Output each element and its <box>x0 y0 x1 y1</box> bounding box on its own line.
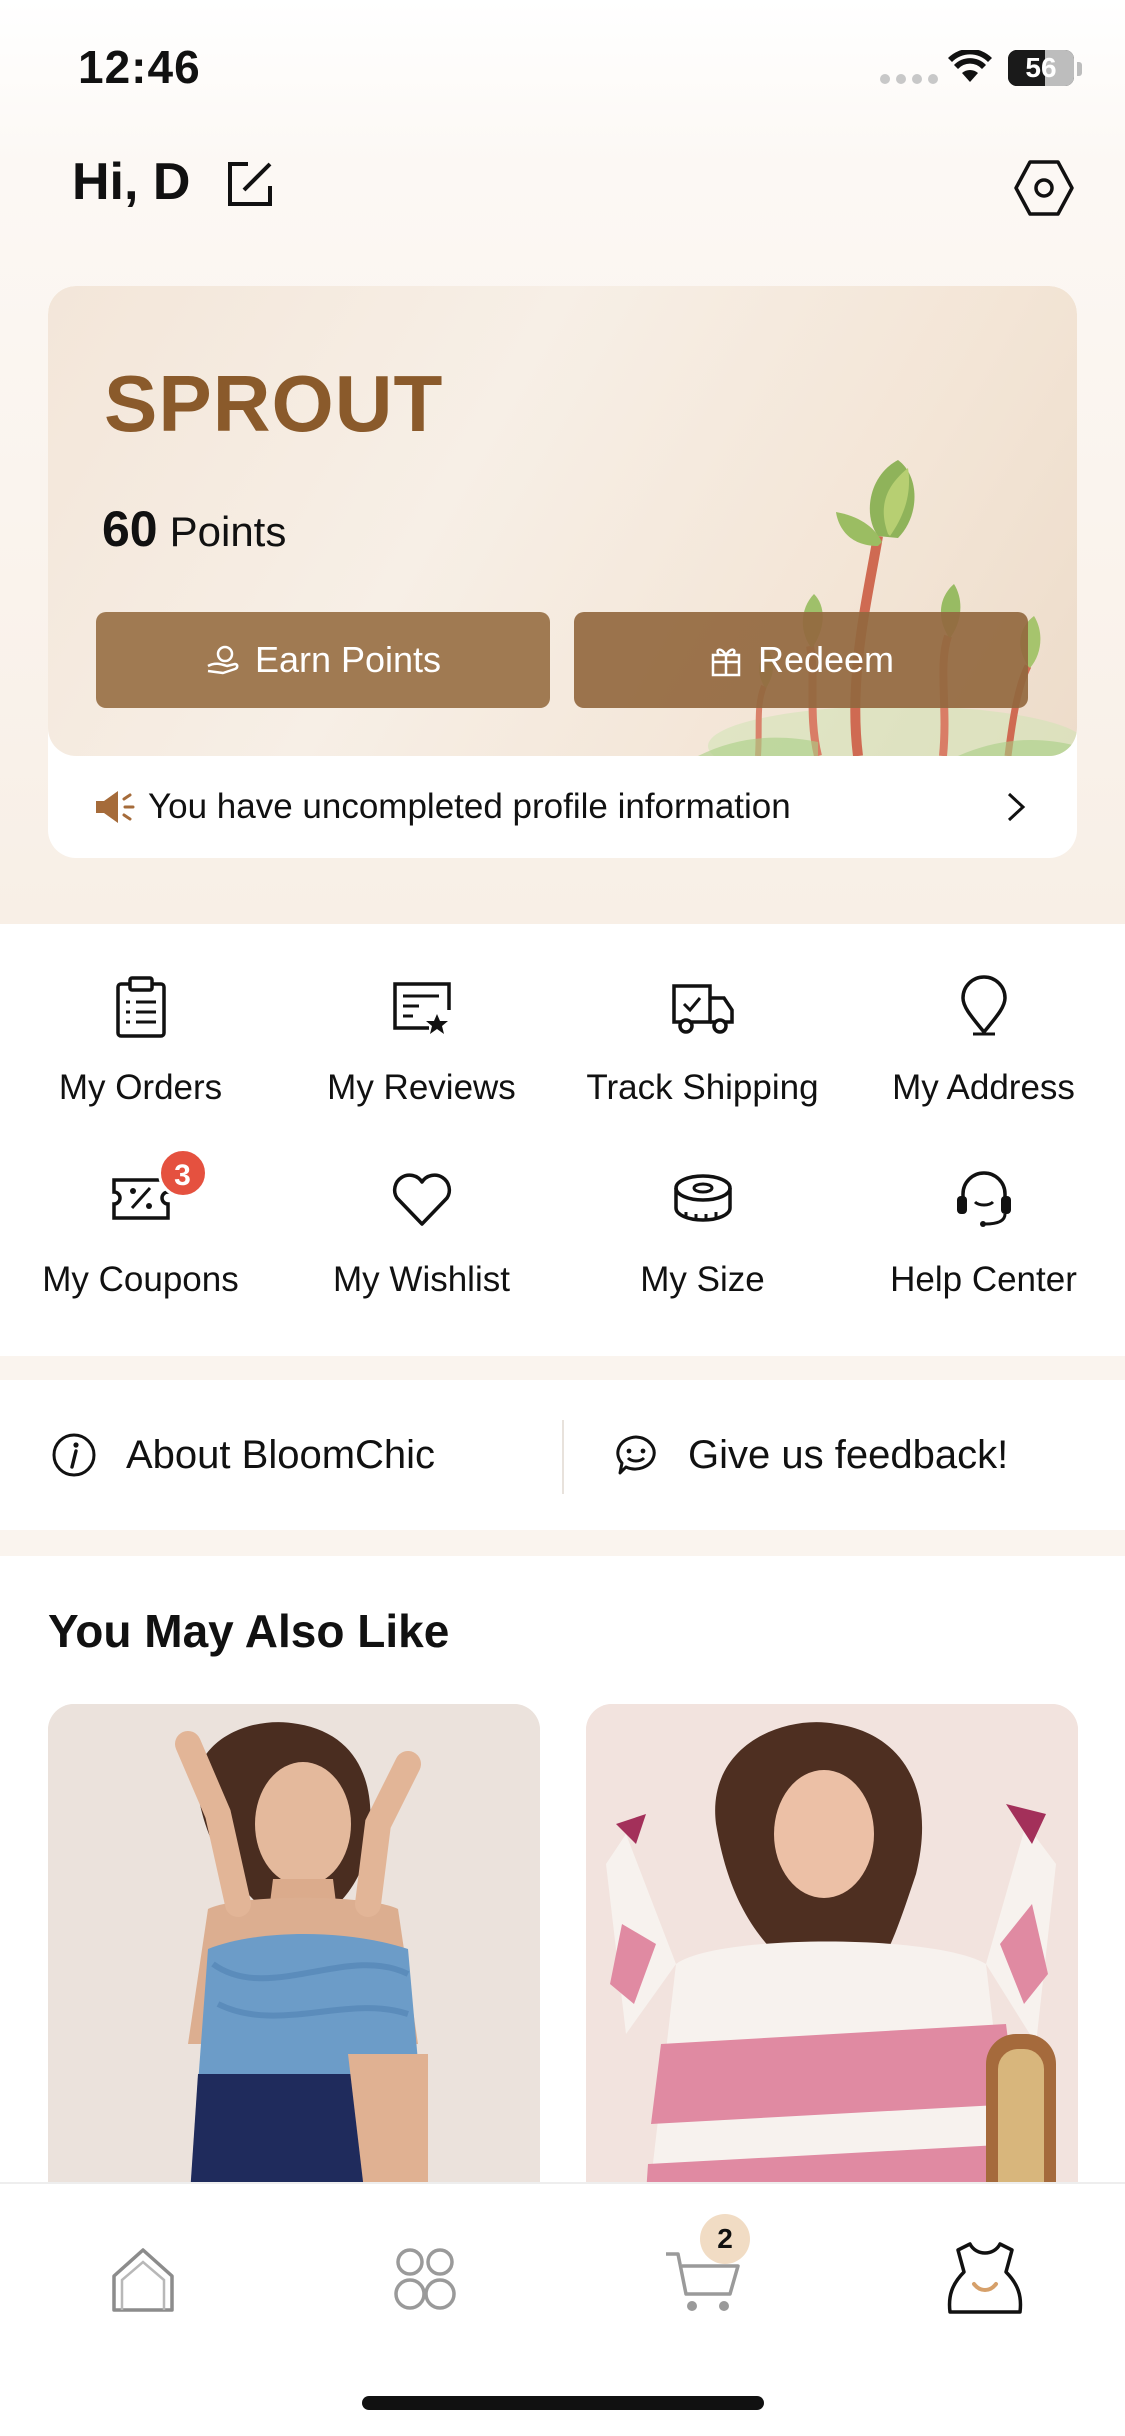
shortcut-label: My Orders <box>58 1068 223 1107</box>
cart-count-badge: 2 <box>700 2214 750 2264</box>
feedback-chat-icon <box>616 1435 656 1475</box>
shortcut-my-coupons[interactable]: 3 My Coupons <box>0 1116 281 1306</box>
gift-icon <box>711 648 741 677</box>
product-image-swimsuit <box>48 1704 540 2224</box>
location-pin-icon <box>960 975 1007 1036</box>
redeem-button[interactable]: Redeem <box>574 612 1028 708</box>
review-star-icon <box>392 982 451 1034</box>
membership-card: SPROUT 60 Points Earn Points Redeem You … <box>48 286 1077 858</box>
status-time: 12:46 <box>78 41 201 93</box>
about-link[interactable]: About BloomChic <box>50 1380 435 1530</box>
shortcut-label: My Size <box>640 1260 765 1299</box>
home-indicator <box>362 2396 764 2410</box>
battery-level: 56 <box>1025 52 1057 83</box>
feedback-label: Give us feedback! <box>688 1432 1009 1477</box>
clipboard-icon <box>115 976 166 1038</box>
shortcut-label: My Reviews <box>327 1068 516 1107</box>
earn-points-button[interactable]: Earn Points <box>96 612 550 708</box>
info-separator <box>562 1420 564 1494</box>
profile-notice[interactable]: You have uncompleted profile information <box>48 756 1077 858</box>
membership-hero: SPROUT 60 Points Earn Points Redeem <box>48 286 1077 756</box>
membership-tier: SPROUT <box>104 359 444 448</box>
account-page: 12:46 56 Hi, D SPROUT 60 Points Earn Poi… <box>0 0 1125 2436</box>
product-card[interactable] <box>48 1704 540 2224</box>
points-label: Points <box>169 508 287 555</box>
cellular-signal-icon <box>880 74 938 84</box>
shortcut-my-size[interactable]: My Size <box>562 1116 843 1306</box>
greeting: Hi, D <box>72 153 191 211</box>
battery-icon: 56 <box>1008 50 1074 86</box>
home-icon <box>112 2248 174 2312</box>
shortcut-label: My Wishlist <box>333 1260 510 1299</box>
chevron-right-icon <box>1007 792 1026 822</box>
shortcut-help-center[interactable]: Help Center <box>843 1116 1124 1306</box>
shortcut-my-address[interactable]: My Address <box>843 924 1124 1114</box>
shortcut-my-orders[interactable]: My Orders <box>0 924 281 1114</box>
headset-icon <box>956 1171 1011 1227</box>
about-label: About BloomChic <box>126 1432 436 1477</box>
redeem-label: Redeem <box>757 639 895 680</box>
recommendations-title: You May Also Like <box>48 1605 450 1657</box>
status-bar: 12:46 56 <box>0 0 1125 140</box>
tab-account[interactable] <box>940 2234 1030 2324</box>
measuring-tape-icon <box>673 1174 732 1222</box>
shortcut-my-wishlist[interactable]: My Wishlist <box>281 1116 562 1306</box>
heart-icon <box>392 1173 451 1226</box>
account-dress-icon <box>947 2242 1023 2314</box>
hand-coin-icon <box>207 645 239 675</box>
coupon-count-badge: 3 <box>157 1148 208 1198</box>
tab-categories[interactable] <box>380 2234 470 2324</box>
shortcut-track-shipping[interactable]: Track Shipping <box>562 924 843 1114</box>
shortcut-label: My Address <box>892 1068 1075 1107</box>
section-divider <box>0 1530 1125 1556</box>
points-summary: 60 Points <box>102 500 286 558</box>
product-card[interactable] <box>586 1704 1078 2224</box>
feedback-link[interactable]: Give us feedback! <box>612 1380 1008 1530</box>
tab-home[interactable] <box>98 2234 188 2324</box>
battery-nub <box>1077 62 1082 76</box>
section-divider <box>0 1356 1125 1380</box>
edit-profile-icon[interactable] <box>224 158 276 210</box>
points-value: 60 <box>102 501 158 557</box>
shortcut-label: Track Shipping <box>586 1068 819 1107</box>
info-links-row: About BloomChic Give us feedback! <box>0 1380 1125 1530</box>
truck-icon <box>671 984 734 1034</box>
shortcut-grid: My Orders My Reviews Track Shipping My A… <box>0 924 1125 1356</box>
profile-notice-text: You have uncompleted profile information <box>148 787 791 826</box>
shortcut-label: My Coupons <box>42 1260 239 1299</box>
categories-icon <box>394 2248 456 2310</box>
wifi-icon <box>948 50 992 82</box>
settings-icon[interactable] <box>1012 156 1076 220</box>
earn-points-label: Earn Points <box>254 639 442 680</box>
shortcut-label: Help Center <box>890 1260 1077 1299</box>
info-icon <box>52 1433 96 1477</box>
product-image-striped-sweater <box>586 1704 1078 2224</box>
megaphone-icon <box>96 791 135 823</box>
shortcut-my-reviews[interactable]: My Reviews <box>281 924 562 1114</box>
tab-cart[interactable]: 2 <box>658 2214 750 2324</box>
